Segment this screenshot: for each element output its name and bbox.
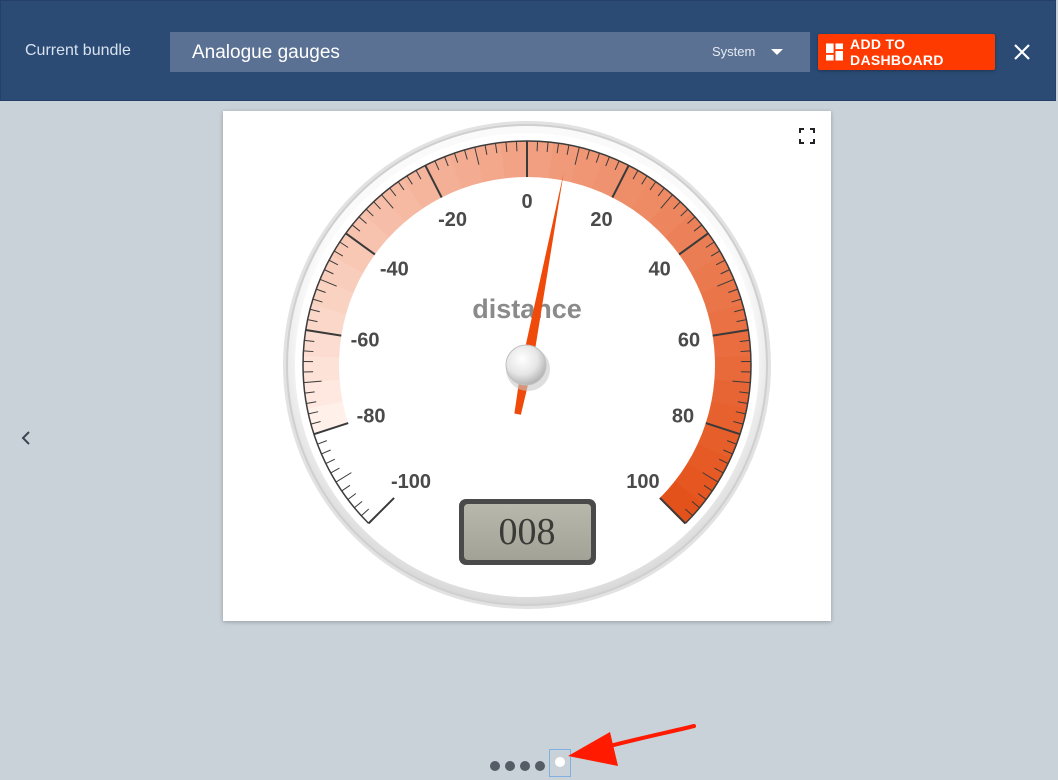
chevron-left-icon[interactable] [16,428,36,448]
gauge-minor-tick [303,350,314,353]
gauge-band-segment [303,355,340,383]
needle-cap [505,344,547,386]
add-to-dashboard-button[interactable]: ADD TO DASHBOARD [818,34,995,70]
gauge-tick-label: 80 [672,406,694,428]
bundle-select[interactable]: Analogue gauges System [170,32,810,72]
gauge-tick-label: 0 [521,191,532,213]
digital-readout: 008 [459,499,596,565]
pagination-dot[interactable] [520,761,530,771]
readout-value: 008 [499,511,556,553]
bundle-name: Analogue gauges [192,42,340,63]
pagination-dot[interactable] [505,761,515,771]
gauge-tick-label: 40 [649,259,671,281]
bundle-type: System [712,44,756,59]
close-icon[interactable] [1011,41,1033,63]
pagination-dot[interactable] [535,761,545,771]
page: Current bundle Analogue gauges System AD… [0,0,1058,780]
pagination-dot[interactable] [490,761,500,771]
gauge-tick-label: 20 [590,209,612,231]
current-bundle-label: Current bundle [25,42,131,59]
dashboard-icon [826,43,844,61]
gauge-tick-label: -100 [391,471,431,493]
gauge-tick-label: -80 [357,406,386,428]
gauge: -100 -80 -60 -40 -20 0 20 40 60 80 100 distance 00… [283,121,771,609]
gauge-band-segment [500,141,529,179]
gauge-card: -100 -80 -60 -40 -20 0 20 40 60 80 100 distance 00… [223,111,831,621]
gauge-tick-label: 100 [626,471,659,493]
gauge-tick-label: -60 [351,329,380,351]
red-arrow-annotation [568,724,696,766]
gauge-band-segment [714,356,751,384]
add-to-dashboard-label: ADD TO DASHBOARD [850,36,944,68]
gauge-title: distance [472,294,582,324]
caret-down-icon[interactable] [771,49,783,55]
fullscreen-icon[interactable] [799,128,815,144]
gauge-tick-label: -20 [438,209,467,231]
gauge-tick-label: -40 [380,259,409,281]
header-bar: Current bundle Analogue gauges System AD… [0,0,1056,101]
gauge-minor-tick [740,350,751,353]
gauge-tick-label: 60 [678,329,700,351]
